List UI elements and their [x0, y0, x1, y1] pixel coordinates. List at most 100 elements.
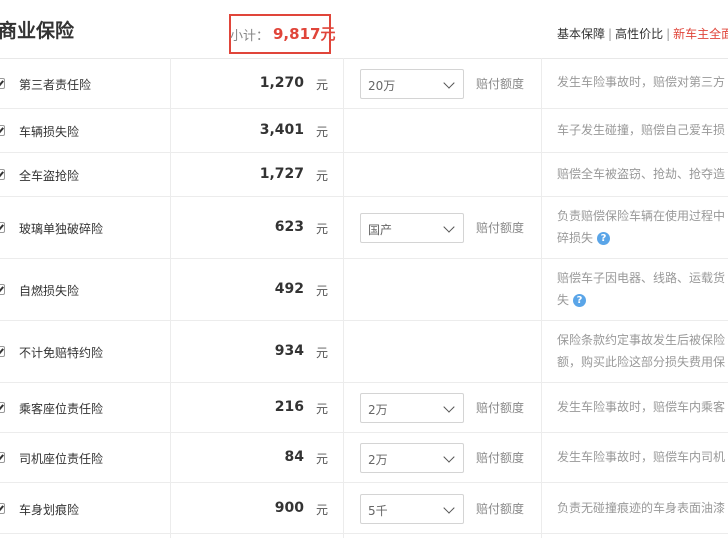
preset-links: 基本保障 | 高性价比 | 新车主全面 — [557, 25, 728, 42]
insurance-name: 车辆损失险 — [19, 125, 80, 139]
table-row: 自燃损失险 492 元 赔偿车子因电器、线路、运载货 失? — [0, 259, 728, 321]
coverage-select-value: 2万 — [368, 403, 388, 417]
chevron-down-icon — [443, 401, 455, 413]
help-icon[interactable]: ? — [597, 232, 611, 245]
description-line: 发生车险事故时，赔偿车内司机 — [557, 450, 726, 464]
chevron-down-icon — [443, 77, 455, 89]
row-checkbox[interactable] — [0, 284, 5, 295]
description-line-2: 失? — [557, 289, 728, 311]
insurance-name: 自燃损失险 — [19, 284, 80, 298]
price-unit: 元 — [316, 346, 329, 360]
section-header: 商业保险 小计： 9,817元 基本保障 | 高性价比 | 新车主全面 — [0, 0, 728, 59]
coverage-select-value: 20万 — [368, 79, 396, 93]
insurance-price: 900 — [274, 500, 304, 516]
coverage-select[interactable]: 2万 — [360, 443, 464, 473]
chevron-down-icon — [443, 451, 455, 463]
preset-full-link[interactable]: 新车主全面 — [673, 27, 728, 41]
row-checkbox[interactable] — [0, 169, 5, 180]
insurance-name: 玻璃单独破碎险 — [19, 222, 104, 236]
insurance-description: 车子发生碰撞，赔偿自己爱车损 — [557, 119, 728, 141]
coverage-label: 赔付额度 — [476, 502, 525, 516]
coverage-select-value: 2万 — [368, 453, 388, 467]
row-checkbox[interactable] — [0, 346, 5, 357]
coverage-label: 赔付额度 — [476, 401, 525, 415]
row-checkbox[interactable] — [0, 125, 5, 136]
insurance-description: 负责无碰撞痕迹的车身表面油漆 — [557, 497, 728, 519]
table-row: 第三者责任险 1,270 元 20万 赔付额度 发生车险事故时，赔偿对第三方 — [0, 58, 728, 109]
table-row: 乘客座位责任险 216 元 2万 赔付额度 发生车险事故时，赔偿车内乘客 — [0, 383, 728, 433]
description-line: 发生车险事故时，赔偿对第三方 — [557, 75, 726, 89]
coverage-label: 赔付额度 — [476, 77, 525, 91]
coverage-select[interactable]: 国产 — [360, 213, 464, 243]
coverage-label: 赔付额度 — [476, 451, 525, 465]
insurance-name: 乘客座位责任险 — [19, 402, 104, 416]
price-unit: 元 — [316, 222, 329, 236]
description-line-2: 碎损失? — [557, 227, 728, 249]
description-line: 车子发生碰撞，赔偿自己爱车损 — [557, 123, 726, 137]
link-separator: | — [666, 27, 671, 41]
insurance-price: 84 — [284, 449, 304, 465]
row-checkbox[interactable] — [0, 222, 5, 233]
description-line: 赔偿车子因电器、线路、运载货 — [557, 271, 726, 285]
insurance-description: 负责赔偿保险车辆在使用过程中 碎损失? — [557, 205, 728, 249]
description-line: 失 — [557, 293, 570, 307]
insurance-name: 不计免赔特约险 — [19, 346, 104, 360]
description-line: 负责无碰撞痕迹的车身表面油漆 — [557, 501, 726, 515]
row-checkbox[interactable] — [0, 452, 5, 463]
description-line: 发生车险事故时，赔偿车内乘客 — [557, 400, 726, 414]
insurance-name: 车身划痕险 — [19, 503, 80, 517]
coverage-label: 赔付额度 — [476, 221, 525, 235]
table-row: 车身划痕险 900 元 5千 赔付额度 负责无碰撞痕迹的车身表面油漆 — [0, 483, 728, 534]
section-title: 商业保险 — [0, 20, 75, 42]
insurance-price: 1,727 — [259, 166, 304, 182]
chevron-down-icon — [443, 221, 455, 233]
price-unit: 元 — [316, 503, 329, 517]
insurance-price: 1,270 — [259, 75, 304, 91]
subtotal-value: 9,817元 — [273, 25, 336, 43]
row-checkbox[interactable] — [0, 402, 5, 413]
insurance-name: 第三者责任险 — [19, 78, 92, 92]
link-separator: | — [608, 27, 613, 41]
table-row: 司机座位责任险 84 元 2万 赔付额度 发生车险事故时，赔偿车内司机 — [0, 433, 728, 483]
description-line: 负责赔偿保险车辆在使用过程中 — [557, 209, 726, 223]
insurance-price: 934 — [274, 343, 304, 359]
coverage-select[interactable]: 2万 — [360, 393, 464, 423]
coverage-select[interactable]: 20万 — [360, 69, 464, 99]
description-line: 额，购买此险这部分损失费用保 — [557, 355, 726, 369]
table-row: 全车盗抢险 1,727 元 赔偿全车被盗窃、抢劫、抢夺造 — [0, 153, 728, 197]
insurance-price: 216 — [274, 399, 304, 415]
insurance-description: 发生车险事故时，赔偿对第三方 — [557, 71, 728, 93]
help-icon[interactable]: ? — [573, 294, 587, 307]
subtotal-label: 小计： — [230, 29, 270, 44]
price-unit: 元 — [316, 169, 329, 183]
insurance-description: 发生车险事故时，赔偿车内司机 — [557, 446, 728, 468]
price-unit: 元 — [316, 78, 329, 92]
preset-value-link[interactable]: 高性价比 — [615, 27, 663, 41]
table-row: 不计免赔特约险 934 元 保险条款约定事故发生后被保险 额，购买此险这部分损失… — [0, 321, 728, 383]
description-line: 碎损失 — [557, 231, 594, 245]
coverage-select-value: 国产 — [368, 223, 393, 237]
insurance-description: 保险条款约定事故发生后被保险 额，购买此险这部分损失费用保 — [557, 329, 728, 373]
chevron-down-icon — [443, 502, 455, 514]
insurance-description: 赔偿全车被盗窃、抢劫、抢夺造 — [557, 163, 728, 185]
insurance-name: 司机座位责任险 — [19, 452, 104, 466]
insurance-description: 发生车险事故时，赔偿车内乘客 — [557, 396, 728, 418]
row-checkbox[interactable] — [0, 503, 5, 514]
insurance-price: 3,401 — [259, 122, 304, 138]
preset-basic-link[interactable]: 基本保障 — [557, 27, 605, 41]
description-line: 保险条款约定事故发生后被保险 — [557, 333, 726, 347]
insurance-name: 全车盗抢险 — [19, 169, 80, 183]
row-checkbox[interactable] — [0, 78, 5, 89]
coverage-select[interactable]: 5千 — [360, 494, 464, 524]
insurance-price: 492 — [274, 281, 304, 297]
insurance-price: 623 — [274, 219, 304, 235]
table-row: 玻璃单独破碎险 623 元 国产 赔付额度 负责赔偿保险车辆在使用过程中 碎损失… — [0, 197, 728, 259]
insurance-description: 赔偿车子因电器、线路、运载货 失? — [557, 267, 728, 311]
price-unit: 元 — [316, 452, 329, 466]
coverage-select-value: 5千 — [368, 504, 388, 518]
table-row: 车辆损失险 3,401 元 车子发生碰撞，赔偿自己爱车损 — [0, 109, 728, 153]
description-line: 赔偿全车被盗窃、抢劫、抢夺造 — [557, 167, 726, 181]
price-unit: 元 — [316, 284, 329, 298]
price-unit: 元 — [316, 125, 329, 139]
price-unit: 元 — [316, 402, 329, 416]
